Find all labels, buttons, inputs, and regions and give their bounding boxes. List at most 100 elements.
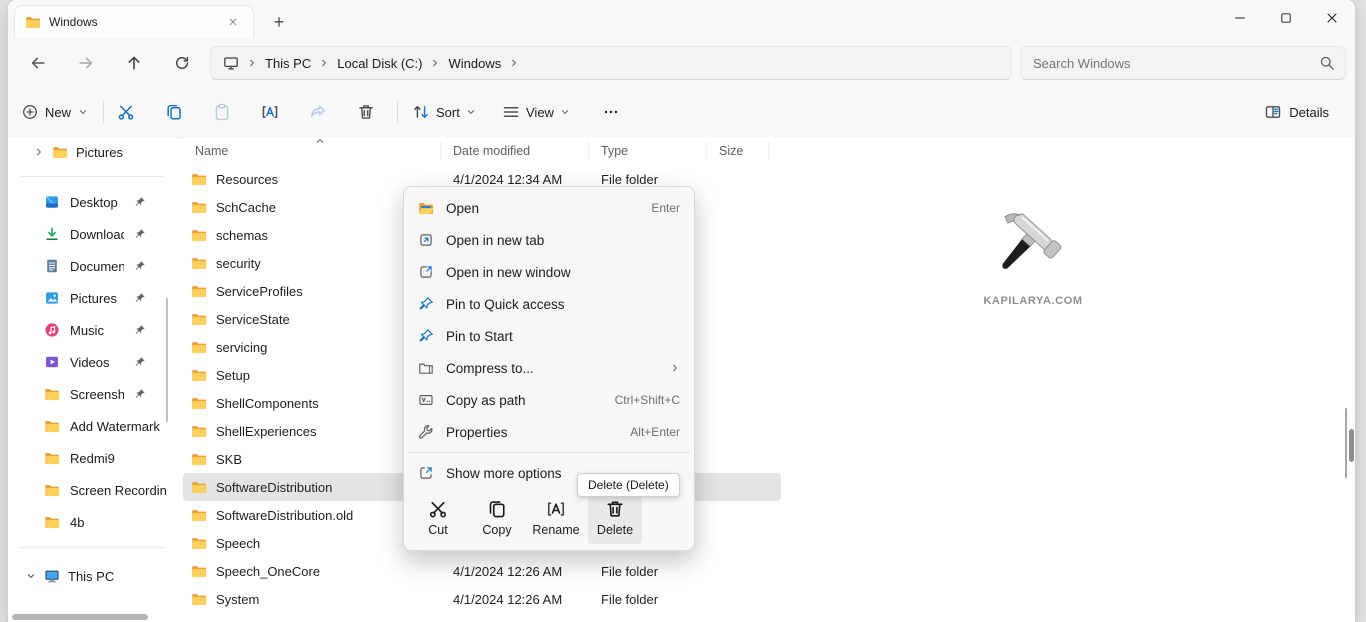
context-menu-item[interactable]: Open in new tab xyxy=(404,224,694,256)
paste-button[interactable] xyxy=(205,95,239,129)
breadcrumb-local-disk[interactable]: Local Disk (C:) xyxy=(337,56,422,71)
sidebar-vertical-scrollbar[interactable] xyxy=(166,298,168,422)
context-menu-item[interactable]: Open in new window xyxy=(404,256,694,288)
sidebar-item-label: Downloads xyxy=(70,227,124,242)
column-header-name[interactable]: Name xyxy=(183,142,441,160)
sidebar-horizontal-scrollbar[interactable] xyxy=(12,614,148,620)
view-label: View xyxy=(526,105,554,120)
pin-icon xyxy=(134,356,146,368)
file-name: servicing xyxy=(216,340,267,355)
rename-button[interactable] xyxy=(253,95,287,129)
file-rows: Resources 4/1/2024 12:34 AM File folder … xyxy=(183,165,1355,622)
minimize-button[interactable] xyxy=(1217,0,1263,36)
sidebar-item[interactable]: Screen Recordin xyxy=(8,474,176,506)
type-cell: File folder xyxy=(589,564,707,579)
search-input[interactable] xyxy=(1021,47,1345,79)
chevron-right-icon xyxy=(509,58,519,68)
view-icon xyxy=(502,103,520,121)
file-list-scrollbar-track[interactable] xyxy=(1345,408,1347,478)
sidebar-item-icon xyxy=(44,226,60,242)
sidebar-item-label: Videos xyxy=(70,355,124,370)
sidebar-item-icon xyxy=(44,450,60,466)
file-name-cell: Speech_OneCore xyxy=(183,563,441,579)
explorer-tab[interactable]: Windows xyxy=(14,5,254,38)
maximize-button[interactable] xyxy=(1263,0,1309,36)
tab-title: Windows xyxy=(49,15,215,29)
command-label: Cut xyxy=(428,523,447,537)
context-menu-item[interactable]: Properties Alt+Enter xyxy=(404,416,694,448)
sidebar-item[interactable]: Documents xyxy=(8,250,176,282)
file-name-cell: System xyxy=(183,591,441,607)
context-menu-item[interactable]: Copy as path Ctrl+Shift+C xyxy=(404,384,694,416)
file-name: Speech xyxy=(216,536,260,551)
share-button[interactable] xyxy=(301,95,335,129)
sidebar-item-label: Screenshots xyxy=(70,387,124,402)
file-row[interactable]: System 4/1/2024 12:26 AM File folder xyxy=(183,585,781,613)
refresh-button[interactable] xyxy=(164,45,200,81)
forward-button[interactable] xyxy=(68,45,104,81)
context-menu-item[interactable]: Compress to... xyxy=(404,352,694,384)
breadcrumb-this-pc[interactable]: This PC xyxy=(265,56,311,71)
context-menu-item-label: Compress to... xyxy=(446,361,646,376)
chevron-down-icon xyxy=(560,107,570,117)
sidebar-separator xyxy=(20,547,164,548)
folder-icon xyxy=(191,171,207,187)
file-row[interactable]: System32 3/18/2025 12:30 AM File folder xyxy=(183,613,781,622)
file-name: ServiceProfiles xyxy=(216,284,303,299)
tab-close-icon[interactable] xyxy=(223,12,243,32)
sidebar-item-label: Redmi9 xyxy=(70,451,176,466)
close-button[interactable] xyxy=(1309,0,1355,36)
file-name: Resources xyxy=(216,172,278,187)
context-menu-item[interactable]: Pin to Quick access xyxy=(404,288,694,320)
context-menu-command-button[interactable]: Delete xyxy=(588,492,642,544)
context-menu-item-icon xyxy=(418,392,434,408)
context-menu-item-icon xyxy=(418,264,434,280)
sidebar-item[interactable]: Add Watermark xyxy=(8,410,176,442)
context-menu-item-label: Copy as path xyxy=(446,393,603,408)
context-menu-item-label: Properties xyxy=(446,425,618,440)
chevron-down-icon xyxy=(78,107,88,117)
cut-button[interactable] xyxy=(109,95,143,129)
sidebar-item-this-pc[interactable]: This PC xyxy=(8,560,176,592)
file-name: SoftwareDistribution xyxy=(216,480,332,495)
sidebar-item[interactable]: Downloads xyxy=(8,218,176,250)
context-menu-item[interactable]: Pin to Start xyxy=(404,320,694,352)
context-menu-command-button[interactable]: Rename xyxy=(529,492,583,544)
watermark: KAPILARYA.COM xyxy=(968,202,1098,307)
delete-button[interactable] xyxy=(349,95,383,129)
context-menu-item[interactable]: Open Enter xyxy=(404,192,694,224)
more-options-button[interactable] xyxy=(594,95,628,129)
sidebar-item-label: Add Watermark xyxy=(70,419,176,434)
file-list-scrollbar-thumb[interactable] xyxy=(1349,429,1354,462)
sidebar-item[interactable]: Pictures xyxy=(8,282,176,314)
new-button[interactable]: New xyxy=(22,97,88,127)
search-box[interactable] xyxy=(1020,46,1346,80)
back-button[interactable] xyxy=(20,45,56,81)
sort-button[interactable]: Sort xyxy=(412,97,476,127)
sidebar-item-label: This PC xyxy=(68,569,114,584)
sidebar-item[interactable]: Videos xyxy=(8,346,176,378)
view-button[interactable]: View xyxy=(502,97,570,127)
new-tab-button[interactable]: + xyxy=(266,9,292,35)
context-menu-item-icon xyxy=(418,360,434,376)
copy-button[interactable] xyxy=(157,95,191,129)
file-row[interactable]: Speech_OneCore 4/1/2024 12:26 AM File fo… xyxy=(183,557,781,585)
sidebar-item[interactable]: 4b xyxy=(8,506,176,538)
date-modified-cell: 4/1/2024 12:26 AM xyxy=(441,564,589,579)
sidebar-item[interactable]: Redmi9 xyxy=(8,442,176,474)
address-bar[interactable]: This PC Local Disk (C:) Windows xyxy=(210,46,1012,80)
breadcrumb-windows[interactable]: Windows xyxy=(448,56,501,71)
context-menu-command-button[interactable]: Copy xyxy=(470,492,524,544)
column-header-size[interactable]: Size xyxy=(707,142,769,160)
sidebar-item[interactable]: Screenshots xyxy=(8,378,176,410)
sidebar-item[interactable]: Music xyxy=(8,314,176,346)
column-header-date-modified[interactable]: Date modified xyxy=(441,142,589,160)
sidebar-item-pictures-tree[interactable]: Pictures xyxy=(8,137,176,167)
sort-ascending-icon xyxy=(315,137,325,146)
sidebar-item[interactable]: Desktop xyxy=(8,186,176,218)
up-button[interactable] xyxy=(116,45,152,81)
details-button[interactable]: Details xyxy=(1264,97,1329,127)
column-header-type[interactable]: Type xyxy=(589,142,707,160)
context-menu-command-button[interactable]: Cut xyxy=(411,492,465,544)
this-pc-icon xyxy=(44,568,60,584)
